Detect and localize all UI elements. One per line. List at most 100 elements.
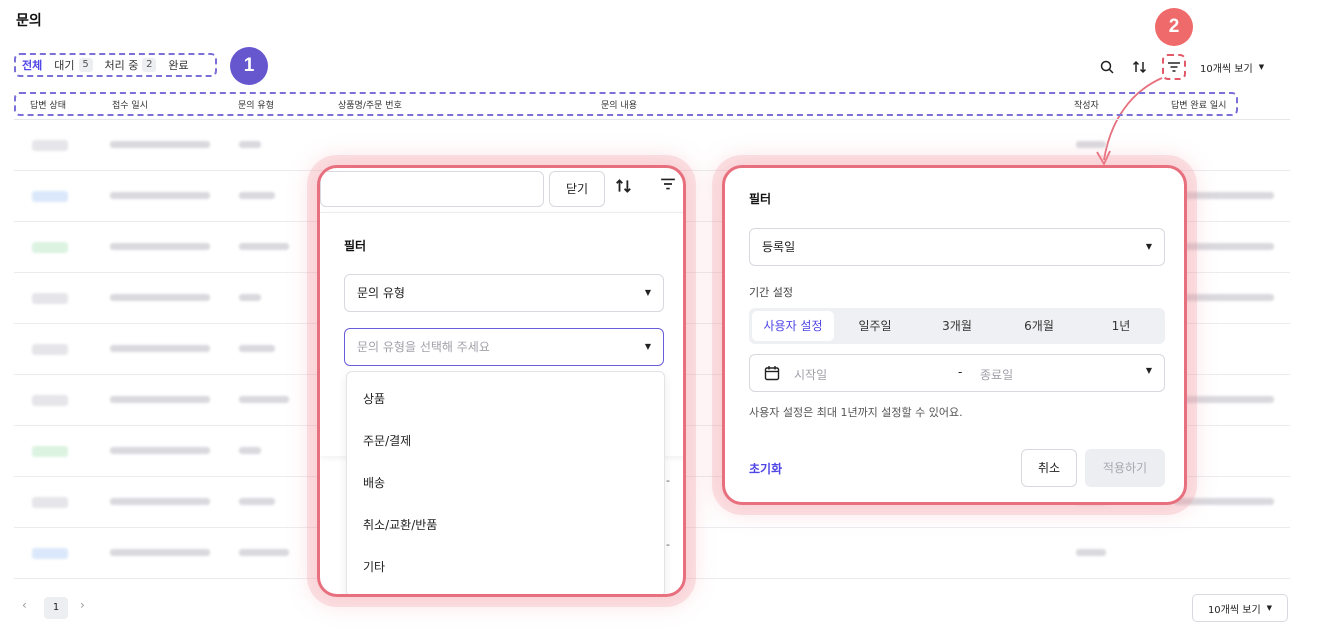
tab-all[interactable]: 전체 [16, 55, 48, 75]
status-badge [32, 395, 68, 406]
row-cell [239, 549, 289, 556]
row-cell [110, 345, 210, 352]
row-cell [110, 243, 210, 250]
column-header: 문의 유형 [238, 101, 274, 111]
filter-title: 필터 [344, 239, 367, 253]
table-header: 답변 상태 접수 일시 문의 유형 상품명/주문 번호 문의 내용 작성자 답변… [14, 92, 1238, 116]
period-label: 기간 설정 [749, 286, 793, 299]
page-number-button[interactable]: 1 [44, 597, 68, 619]
row-cell [1076, 141, 1106, 148]
per-page-select-bottom[interactable]: 10개씩 보기 ▼ [1192, 594, 1288, 622]
row-cell [110, 294, 210, 301]
option-item[interactable]: 취소/교환/반품 [363, 516, 437, 533]
status-badge [32, 497, 68, 508]
period-3-months[interactable]: 3개월 [916, 311, 998, 341]
row-cell [1174, 396, 1274, 403]
filter-field-select[interactable]: 문의 유형 ▼ [344, 274, 664, 312]
status-badge [32, 140, 68, 151]
cancel-button[interactable]: 취소 [1021, 449, 1077, 487]
caret-down-icon: ▼ [644, 342, 651, 351]
inquiry-page: 문의 전체 대기 5 처리 중2 완료 1 2 10개씩 보기 ▼ 답변 상태 접… [0, 0, 1320, 640]
row-cell [110, 549, 210, 556]
column-header: 접수 일시 [112, 101, 148, 111]
apply-button[interactable]: 적용하기 [1085, 449, 1165, 487]
column-header: 답변 완료 일시 [1171, 101, 1227, 111]
row-cell [110, 141, 210, 148]
row-cell [239, 294, 261, 301]
end-date-placeholder: 종료일 [980, 368, 1014, 382]
inquiry-type-options: 상품 주문/결제 배송 취소/교환/반품 기타 [346, 371, 665, 594]
status-badge [32, 242, 68, 253]
row-cell [239, 243, 289, 250]
tab-count: 5 [78, 58, 93, 72]
caret-down-icon: ▼ [644, 288, 651, 297]
period-1-year[interactable]: 1년 [1080, 311, 1162, 341]
row-cell [239, 498, 275, 505]
page-title: 문의 [16, 13, 42, 29]
option-item[interactable]: 기타 [363, 558, 385, 575]
status-badge [32, 548, 68, 559]
option-item[interactable]: 상품 [363, 390, 385, 407]
tab-count: 2 [142, 58, 157, 72]
date-range-picker[interactable]: 시작일 - 종료일 ▼ [749, 354, 1165, 392]
tab-waiting[interactable]: 대기 5 [48, 55, 98, 75]
caret-down-icon: ▼ [1258, 63, 1265, 71]
status-badge [32, 344, 68, 355]
row-cell [1174, 498, 1274, 505]
reset-button[interactable]: 초기화 [749, 460, 782, 477]
option-item[interactable]: 주문/결제 [363, 432, 411, 449]
chevron-left-icon[interactable]: ‹ [22, 598, 27, 612]
date-filter-panel: 필터 등록일 ▼ 기간 설정 사용자 설정 일주일 3개월 6개월 1년 시작일… [722, 165, 1187, 505]
type-filter-panel: 닫기 필터 문의 유형 ▼ 문의 유형을 선택해 주세요 ▼ 상품 주문/결제 … [317, 165, 686, 597]
period-6-months[interactable]: 6개월 [998, 311, 1080, 341]
column-header: 답변 상태 [30, 101, 66, 111]
range-separator: - [958, 365, 963, 379]
chevron-right-icon[interactable]: › [80, 598, 85, 612]
tab-done[interactable]: 완료 [162, 55, 194, 75]
row-cell [239, 396, 289, 403]
search-input[interactable] [320, 171, 544, 207]
status-badge [32, 446, 68, 457]
period-week[interactable]: 일주일 [834, 311, 916, 341]
start-date-placeholder: 시작일 [794, 368, 828, 382]
per-page-label: 10개씩 보기 [1207, 604, 1261, 616]
status-badge [32, 191, 68, 202]
caret-down-icon: ▼ [1145, 366, 1152, 375]
annotation-badge-1: 1 [230, 47, 268, 85]
row-value-dash: - [666, 474, 670, 487]
row-value-dash: - [666, 538, 670, 551]
row-cell [1174, 192, 1274, 199]
row-cell [1174, 243, 1274, 250]
option-item[interactable]: 배송 [363, 474, 385, 491]
row-cell [1174, 294, 1274, 301]
filter-icon[interactable] [660, 176, 676, 195]
date-field-select[interactable]: 등록일 ▼ [749, 228, 1165, 266]
row-cell [110, 396, 210, 403]
sort-icon[interactable] [615, 178, 633, 198]
status-badge [32, 293, 68, 304]
row-cell [239, 447, 261, 454]
row-cell [239, 192, 275, 199]
tab-label: 처리 중 [104, 59, 139, 72]
tab-label: 대기 [54, 59, 75, 72]
per-page-select-top[interactable]: 10개씩 보기 ▼ [1200, 56, 1264, 78]
column-header: 상품명/주문 번호 [338, 101, 402, 111]
row-cell [110, 447, 210, 454]
column-header: 문의 내용 [601, 101, 637, 111]
tab-label: 완료 [168, 59, 189, 72]
period-custom[interactable]: 사용자 설정 [752, 311, 834, 341]
select-value: 문의 유형 [357, 286, 405, 300]
status-tabs: 전체 대기 5 처리 중2 완료 [14, 53, 217, 77]
row-cell [239, 141, 261, 148]
period-segmented-control: 사용자 설정 일주일 3개월 6개월 1년 [749, 308, 1165, 344]
filter-title: 필터 [749, 192, 772, 206]
inquiry-type-select[interactable]: 문의 유형을 선택해 주세요 ▼ [344, 328, 664, 366]
tab-in-progress[interactable]: 처리 중2 [99, 55, 163, 75]
row-cell [239, 345, 275, 352]
annotation-badge-2: 2 [1155, 8, 1193, 46]
select-placeholder: 문의 유형을 선택해 주세요 [357, 340, 490, 354]
select-value: 등록일 [762, 240, 796, 254]
table-row[interactable] [14, 120, 1290, 171]
close-button[interactable]: 닫기 [549, 171, 605, 207]
per-page-label: 10개씩 보기 [1200, 63, 1253, 75]
